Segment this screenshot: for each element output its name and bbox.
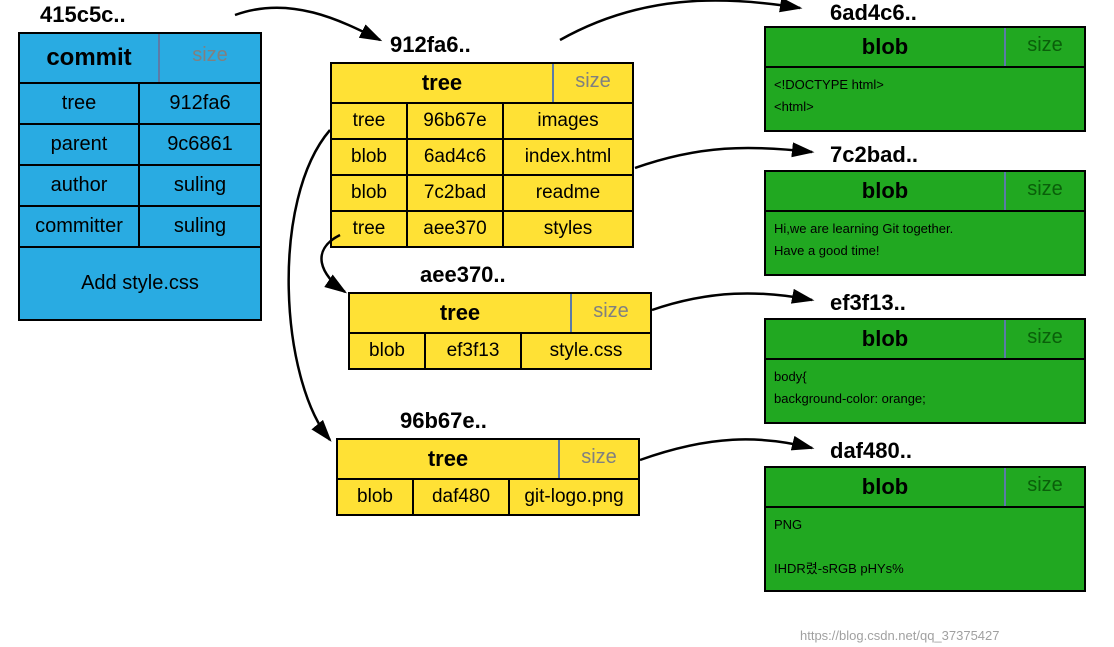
tree-entry-name: images (504, 104, 632, 138)
tree-entry-hash: 6ad4c6 (408, 140, 504, 174)
blob-body: PNG IHDR렸-sRGB pHYs% (766, 508, 1084, 590)
blob-size: size (1004, 28, 1084, 66)
tree-object: tree size blobef3f13style.css (348, 292, 652, 370)
tree-type: tree (332, 64, 552, 102)
tree-entry-type: tree (332, 104, 408, 138)
tree-hash-label: 912fa6.. (390, 32, 471, 58)
blob-body: Hi,we are learning Git together. Have a … (766, 212, 1084, 274)
tree-entry-name: readme (504, 176, 632, 210)
tree-entry-name: git-logo.png (510, 480, 638, 514)
commit-message: Add style.css (20, 248, 260, 319)
commit-row-key: committer (20, 207, 140, 246)
commit-type: commit (20, 34, 158, 82)
tree-entry-type: blob (332, 176, 408, 210)
tree-entry-name: styles (504, 212, 632, 246)
tree-entry-hash: ef3f13 (426, 334, 522, 368)
tree-size: size (552, 64, 632, 102)
blob-body: <!DOCTYPE html> <html> (766, 68, 1084, 130)
tree-entry-hash: daf480 (414, 480, 510, 514)
tree-size: size (570, 294, 650, 332)
blob-object: blob size PNG IHDR렸-sRGB pHYs% (764, 466, 1086, 592)
commit-row-key: tree (20, 84, 140, 123)
blob-hash-label: ef3f13.. (830, 290, 906, 316)
tree-hash-label: aee370.. (420, 262, 506, 288)
blob-type: blob (766, 468, 1004, 506)
commit-row-val: 9c6861 (140, 125, 260, 164)
tree-hash-label: 96b67e.. (400, 408, 487, 434)
blob-size: size (1004, 468, 1084, 506)
commit-object: commit size tree912fa6 parent9c6861 auth… (18, 32, 262, 321)
watermark: https://blog.csdn.net/qq_37375427 (800, 628, 1000, 643)
tree-entry-type: blob (338, 480, 414, 514)
tree-object: tree size tree96b67eimages blob6ad4c6ind… (330, 62, 634, 248)
commit-hash-label: 415c5c.. (40, 2, 126, 28)
tree-size: size (558, 440, 638, 478)
blob-size: size (1004, 320, 1084, 358)
blob-type: blob (766, 320, 1004, 358)
tree-entry-hash: 96b67e (408, 104, 504, 138)
commit-row-val: 912fa6 (140, 84, 260, 123)
tree-entry-name: style.css (522, 334, 650, 368)
tree-entry-type: blob (350, 334, 426, 368)
tree-entry-hash: 7c2bad (408, 176, 504, 210)
blob-hash-label: 6ad4c6.. (830, 0, 917, 26)
blob-type: blob (766, 28, 1004, 66)
commit-row-val: suling (140, 166, 260, 205)
tree-object: tree size blobdaf480git-logo.png (336, 438, 640, 516)
tree-entry-type: blob (332, 140, 408, 174)
blob-object: blob size body{ background-color: orange… (764, 318, 1086, 424)
commit-row-key: author (20, 166, 140, 205)
tree-type: tree (350, 294, 570, 332)
blob-hash-label: daf480.. (830, 438, 912, 464)
tree-entry-hash: aee370 (408, 212, 504, 246)
commit-row-key: parent (20, 125, 140, 164)
blob-object: blob size <!DOCTYPE html> <html> (764, 26, 1086, 132)
blob-type: blob (766, 172, 1004, 210)
blob-hash-label: 7c2bad.. (830, 142, 918, 168)
commit-row-val: suling (140, 207, 260, 246)
commit-size: size (158, 34, 260, 82)
tree-entry-type: tree (332, 212, 408, 246)
blob-size: size (1004, 172, 1084, 210)
blob-body: body{ background-color: orange; (766, 360, 1084, 422)
blob-object: blob size Hi,we are learning Git togethe… (764, 170, 1086, 276)
tree-type: tree (338, 440, 558, 478)
tree-entry-name: index.html (504, 140, 632, 174)
